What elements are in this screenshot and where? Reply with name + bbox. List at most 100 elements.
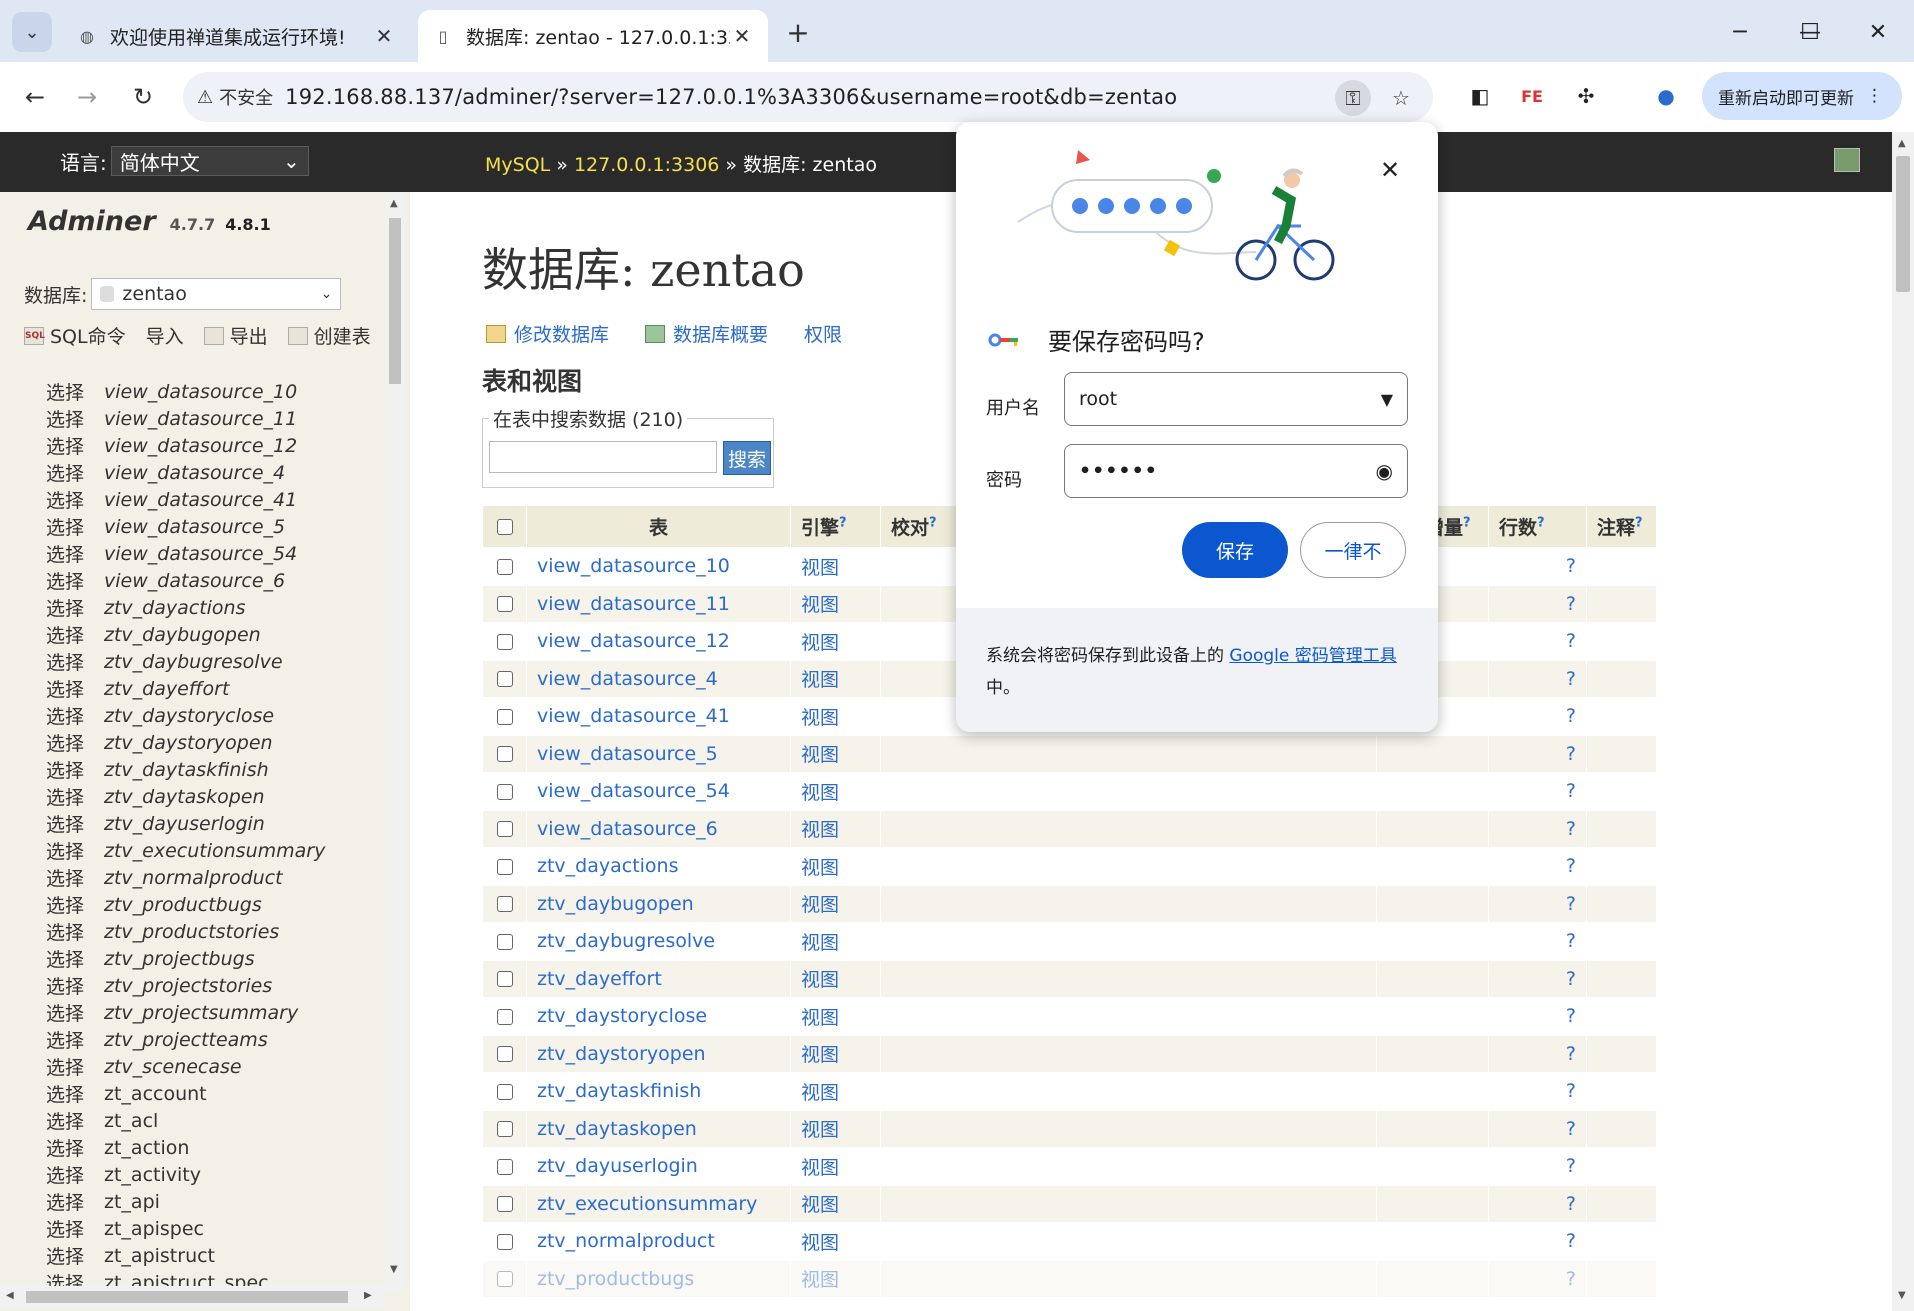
select-link[interactable]: 选择 <box>46 756 104 783</box>
table-link[interactable]: ztv_dayactions <box>104 597 246 619</box>
row-checkbox[interactable] <box>496 933 513 950</box>
scroll-down-icon[interactable]: ▼ <box>390 1264 398 1275</box>
row-count-link[interactable]: ? <box>1488 1259 1587 1298</box>
table-link[interactable]: view_datasource_41 <box>104 489 297 511</box>
select-link[interactable]: 选择 <box>46 1134 104 1161</box>
row-count-link[interactable]: ? <box>1488 584 1587 623</box>
sql-command-link[interactable]: SQL SQL命令 <box>24 322 126 349</box>
select-link[interactable]: 选择 <box>46 432 104 459</box>
select-link[interactable]: 选择 <box>46 729 104 756</box>
row-count-link[interactable]: ? <box>1488 809 1587 848</box>
engine-link[interactable]: 视图 <box>790 847 881 886</box>
table-link[interactable]: zt_api <box>104 1191 160 1213</box>
table-name-link[interactable]: view_datasource_11 <box>526 584 791 623</box>
fe-extension-icon[interactable]: FE <box>1514 78 1550 114</box>
engine-link[interactable]: 视图 <box>790 809 881 848</box>
table-link[interactable]: ztv_dayuserlogin <box>104 813 265 835</box>
row-count-link[interactable]: ? <box>1488 1034 1587 1073</box>
eye-icon[interactable]: ◉ <box>1376 459 1393 483</box>
url-text[interactable]: 192.168.88.137/adminer/?server=127.0.0.1… <box>285 85 1177 109</box>
table-link[interactable]: zt_apispec <box>104 1218 204 1240</box>
select-link[interactable]: 选择 <box>46 1107 104 1134</box>
select-link[interactable]: 选择 <box>46 972 104 999</box>
privileges-link[interactable]: 权限 <box>804 320 842 347</box>
row-count-link[interactable]: ? <box>1488 1109 1587 1148</box>
row-count-link[interactable]: ? <box>1488 1147 1587 1186</box>
row-checkbox[interactable] <box>496 746 513 763</box>
engine-link[interactable]: 视图 <box>790 959 881 998</box>
row-checkbox[interactable] <box>496 821 513 838</box>
row-checkbox[interactable] <box>496 858 513 875</box>
table-link[interactable]: zt_apistruct <box>104 1245 215 1267</box>
select-link[interactable]: 选择 <box>46 594 104 621</box>
table-name-link[interactable]: ztv_normalproduct <box>526 1222 791 1261</box>
password-key-icon[interactable]: ⚿ <box>1335 80 1371 116</box>
row-checkbox[interactable] <box>496 558 513 575</box>
row-count-link[interactable]: ? <box>1488 922 1587 961</box>
brand-name[interactable]: Adminer <box>28 206 156 237</box>
table-name-link[interactable]: view_datasource_41 <box>526 697 791 736</box>
engine-link[interactable]: 视图 <box>790 622 881 661</box>
select-link[interactable]: 选择 <box>46 486 104 513</box>
table-link[interactable]: ztv_projectsummary <box>104 1002 298 1024</box>
table-name-link[interactable]: ztv_productbugs <box>526 1259 791 1298</box>
table-link[interactable]: zt_acl <box>104 1110 158 1132</box>
scroll-left-icon[interactable]: ◀ <box>6 1290 14 1301</box>
page-vertical-scrollbar[interactable]: ▲ ▼ <box>1892 132 1914 1311</box>
select-link[interactable]: 选择 <box>46 1080 104 1107</box>
table-link[interactable]: ztv_normalproduct <box>104 867 283 889</box>
table-link[interactable]: ztv_productbugs <box>104 894 262 916</box>
row-count-link[interactable]: ? <box>1488 1184 1587 1223</box>
select-link[interactable]: 选择 <box>46 1242 104 1269</box>
import-link[interactable]: 导入 <box>146 322 184 349</box>
select-link[interactable]: 选择 <box>46 621 104 648</box>
table-link[interactable]: ztv_projectbugs <box>104 948 255 970</box>
select-link[interactable]: 选择 <box>46 1215 104 1242</box>
create-table-link[interactable]: 创建表 <box>287 322 371 349</box>
help-link[interactable]: ? <box>1463 516 1471 531</box>
logout-icon[interactable] <box>1834 148 1860 172</box>
row-count-link[interactable]: ? <box>1488 847 1587 886</box>
table-name-link[interactable]: view_datasource_12 <box>526 622 791 661</box>
breadcrumb-server[interactable]: 127.0.0.1:3306 <box>574 154 719 176</box>
row-checkbox[interactable] <box>496 1008 513 1025</box>
engine-link[interactable]: 视图 <box>790 1222 881 1261</box>
database-select[interactable]: zentao ⌄ <box>91 278 342 310</box>
engine-link[interactable]: 视图 <box>790 1072 881 1111</box>
new-version-link[interactable]: 4.8.1 <box>225 215 271 234</box>
search-button[interactable]: 搜索 <box>723 441 771 475</box>
table-name-link[interactable]: view_datasource_4 <box>526 659 791 698</box>
help-link[interactable]: ? <box>1635 516 1643 531</box>
row-count-link[interactable]: ? <box>1488 734 1587 773</box>
select-link[interactable]: 选择 <box>46 945 104 972</box>
close-icon[interactable]: ✕ <box>1372 152 1408 188</box>
engine-link[interactable]: 视图 <box>790 1034 881 1073</box>
table-link[interactable]: view_datasource_4 <box>104 462 285 484</box>
maximize-icon[interactable]: ☐ <box>1780 12 1840 52</box>
row-count-link[interactable]: ? <box>1488 622 1587 661</box>
language-select[interactable]: 简体中文 ⌄ <box>110 146 309 176</box>
select-link[interactable]: 选择 <box>46 1053 104 1080</box>
select-link[interactable]: 选择 <box>46 513 104 540</box>
help-link[interactable]: ? <box>839 516 847 531</box>
select-link[interactable]: 选择 <box>46 405 104 432</box>
table-link[interactable]: ztv_daybugresolve <box>104 651 283 673</box>
scrollbar-thumb[interactable] <box>26 1291 348 1303</box>
table-link[interactable]: view_datasource_10 <box>104 381 297 403</box>
help-link[interactable]: ? <box>929 516 937 531</box>
new-tab-button[interactable]: + <box>780 14 816 50</box>
puzzle-extensions-icon[interactable]: ✣ <box>1568 78 1604 114</box>
table-link[interactable]: view_datasource_54 <box>104 543 297 565</box>
row-checkbox[interactable] <box>496 671 513 688</box>
table-name-link[interactable]: ztv_executionsummary <box>526 1184 791 1223</box>
row-count-link[interactable]: ? <box>1488 1072 1587 1111</box>
table-name-link[interactable]: ztv_daytaskopen <box>526 1109 791 1148</box>
username-dropdown[interactable]: root ▼ <box>1064 372 1408 426</box>
select-link[interactable]: 选择 <box>46 648 104 675</box>
table-link[interactable]: ztv_daybugopen <box>104 624 261 646</box>
scroll-right-icon[interactable]: ▶ <box>364 1290 372 1301</box>
select-link[interactable]: 选择 <box>46 378 104 405</box>
table-name-link[interactable]: ztv_dayactions <box>526 847 791 886</box>
select-link[interactable]: 选择 <box>46 891 104 918</box>
engine-link[interactable]: 视图 <box>790 1147 881 1186</box>
